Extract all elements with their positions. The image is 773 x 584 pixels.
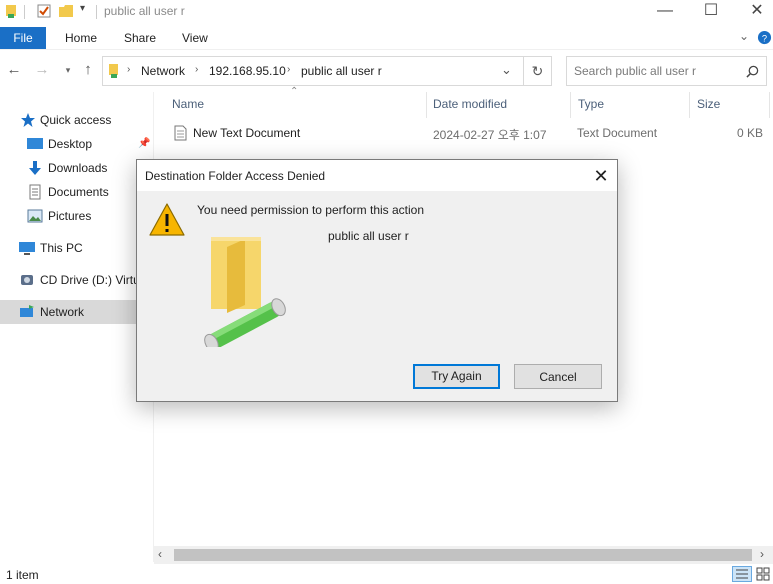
column-divider[interactable]	[769, 92, 770, 118]
pin-icon[interactable]: 📌	[138, 132, 150, 156]
column-header-type[interactable]: Type	[578, 97, 604, 113]
column-header-size[interactable]: Size	[697, 97, 720, 113]
dialog-title: Destination Folder Access Denied	[145, 169, 326, 183]
sidebar-item-quick-access[interactable]: Quick access	[0, 108, 154, 132]
tab-view[interactable]: View	[182, 27, 208, 49]
breadcrumb-separator-icon: ›	[287, 64, 291, 75]
tab-home[interactable]: Home	[65, 27, 97, 49]
large-icons-view-icon[interactable]	[755, 566, 771, 582]
tab-share[interactable]: Share	[124, 27, 156, 49]
scroll-right-icon[interactable]: ›	[760, 547, 764, 561]
dialog-target-folder: public all user r	[328, 229, 409, 243]
status-bar: 1 item	[0, 564, 773, 584]
file-date: 2024-02-27 오후 1:07	[433, 128, 547, 142]
breadcrumb-network[interactable]: Network	[141, 64, 185, 78]
properties-icon[interactable]	[36, 3, 52, 19]
help-icon[interactable]: ?	[757, 30, 772, 45]
star-icon	[21, 113, 35, 127]
column-header-date[interactable]: Date modified	[433, 97, 507, 113]
horizontal-scrollbar[interactable]: ‹ ›	[154, 546, 773, 564]
svg-text:?: ?	[762, 33, 767, 43]
downloads-icon	[29, 161, 41, 175]
close-button[interactable]: ✕	[734, 0, 773, 24]
sidebar-item-label: This PC	[40, 241, 83, 255]
dialog-close-icon[interactable]: ✕	[589, 164, 613, 188]
sidebar-item-documents[interactable]: Documents	[0, 180, 154, 204]
title-divider	[24, 5, 25, 19]
address-dropdown-icon[interactable]: ⌄	[501, 62, 512, 78]
item-count: 1 item	[6, 568, 39, 582]
network-folder-icon	[6, 5, 16, 18]
search-input[interactable]: Search public all user r	[566, 56, 767, 86]
sort-ascending-icon: ⌃	[290, 86, 299, 97]
sidebar-item-label: Pictures	[48, 209, 92, 223]
search-placeholder: Search public all user r	[574, 64, 697, 78]
dialog-title-bar: Destination Folder Access Denied ✕	[137, 160, 617, 191]
title-bar: ▾ public all user r — ☐ ✕	[0, 0, 773, 24]
customize-toolbar-icon[interactable]: ▾	[80, 3, 85, 14]
details-view-icon[interactable]	[732, 566, 752, 582]
warning-icon	[149, 203, 185, 236]
new-folder-icon[interactable]	[58, 3, 74, 19]
ribbon-bar	[0, 24, 773, 50]
sidebar-item-label: Network	[40, 305, 85, 319]
sidebar-item-pictures[interactable]: Pictures	[0, 204, 154, 228]
breadcrumb-host[interactable]: 192.168.95.10	[209, 64, 286, 78]
breadcrumb-separator-icon: ›	[195, 64, 199, 75]
sidebar-item-label: Documents	[48, 185, 109, 199]
column-divider[interactable]	[570, 92, 571, 118]
sidebar-item-label: Desktop	[48, 137, 93, 151]
forward-arrow-icon[interactable]: →	[32, 60, 52, 80]
breadcrumb-separator-icon: ›	[127, 64, 131, 75]
sidebar-item-label: Downloads	[48, 161, 108, 175]
maximize-button[interactable]: ☐	[688, 0, 734, 24]
title-divider-2	[96, 5, 97, 19]
window-title: public all user r	[104, 4, 185, 18]
text-document-icon	[174, 125, 187, 141]
address-bar[interactable]: › Network › 192.168.95.10 › public all u…	[102, 56, 524, 86]
file-size: 0 KB	[736, 126, 763, 140]
refresh-icon[interactable]: ↻	[524, 56, 552, 86]
sidebar-item-label: Quick access	[40, 113, 112, 127]
desktop-icon	[27, 138, 43, 149]
pictures-icon	[27, 209, 43, 223]
dialog-message: You need permission to perform this acti…	[197, 203, 425, 217]
access-denied-dialog: Destination Folder Access Denied ✕ You n…	[136, 159, 618, 402]
sidebar-item-this-pc[interactable]: This PC	[0, 236, 154, 260]
scrollbar-thumb[interactable]	[174, 549, 752, 561]
network-folder-icon	[109, 64, 118, 78]
table-row[interactable]: New Text Document 2024-02-27 오후 1:07 Tex…	[160, 122, 770, 144]
network-folder-icon	[204, 237, 286, 347]
cd-drive-icon	[21, 275, 33, 285]
tab-file[interactable]: File	[0, 27, 46, 49]
chevron-down-icon[interactable]: ⌄	[739, 29, 749, 43]
cancel-button[interactable]: Cancel	[514, 364, 602, 389]
column-header-name[interactable]: Name	[172, 97, 204, 113]
search-icon[interactable]	[746, 65, 759, 78]
file-name: New Text Document	[193, 126, 301, 140]
computer-icon	[19, 242, 35, 255]
sidebar-item-desktop[interactable]: Desktop 📌	[0, 132, 154, 156]
column-divider[interactable]	[689, 92, 690, 118]
back-arrow-icon[interactable]: ←	[4, 60, 24, 80]
breadcrumb-folder[interactable]: public all user r	[301, 64, 382, 78]
file-explorer-window: ▾ public all user r — ☐ ✕ File Home Shar…	[0, 0, 773, 584]
network-icon	[20, 305, 34, 317]
minimize-button[interactable]: —	[642, 0, 688, 24]
file-type: Text Document	[577, 126, 658, 140]
try-again-button[interactable]: Try Again	[413, 364, 500, 389]
sidebar-item-cd-drive[interactable]: CD Drive (D:) VirtualBox Guest Additions	[0, 268, 154, 292]
recent-locations-icon[interactable]: ▾	[58, 60, 78, 80]
sidebar-item-network[interactable]: Network	[0, 300, 154, 324]
up-arrow-icon[interactable]: ↑	[78, 60, 98, 80]
column-divider[interactable]	[426, 92, 427, 118]
documents-icon	[29, 184, 41, 200]
sidebar-item-downloads[interactable]: Downloads	[0, 156, 154, 180]
scroll-left-icon[interactable]: ‹	[158, 547, 162, 561]
